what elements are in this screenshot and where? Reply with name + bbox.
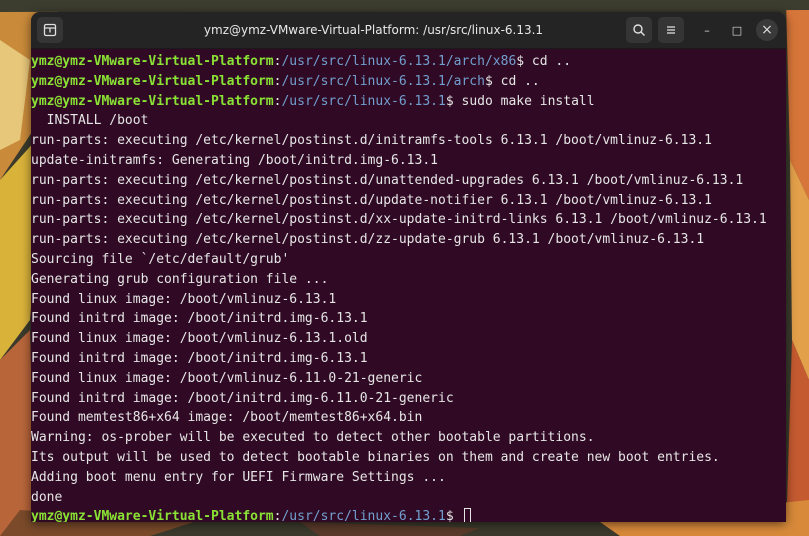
output-line: Sourcing file `/etc/default/grub' — [31, 251, 290, 267]
search-icon — [633, 24, 645, 36]
output-line: run-parts: executing /etc/kernel/postins… — [31, 172, 744, 188]
prompt-line: ymz@ymz-VMware-Virtual-Platform:/usr/src… — [31, 72, 786, 92]
output-line: Found linux image: /boot/vmlinuz-6.13.1.… — [31, 331, 368, 347]
prompt-path: /usr/src/linux-6.13.1 — [281, 509, 446, 522]
window-title: ymz@ymz-VMware-Virtual-Platform: /usr/sr… — [203, 23, 544, 37]
prompt-user-host: ymz@ymz-VMware-Virtual-Platform — [31, 73, 274, 89]
prompt-user-host: ymz@ymz-VMware-Virtual-Platform — [31, 509, 274, 522]
menu-button[interactable] — [658, 17, 684, 43]
output-line: Warning: os-prober will be executed to d… — [31, 430, 595, 446]
minimize-icon: – — [704, 23, 710, 37]
prompt-path: /usr/src/linux-6.13.1/arch — [281, 73, 485, 89]
text-cursor — [463, 508, 471, 522]
terminal-output[interactable]: ymz@ymz-VMware-Virtual-Platform:/usr/src… — [31, 49, 786, 522]
output-line: update-initramfs: Generating /boot/initr… — [31, 152, 438, 168]
terminal-window: ymz@ymz-VMware-Virtual-Platform: /usr/sr… — [31, 12, 786, 522]
output-line: Its output will be used to detect bootab… — [31, 449, 720, 465]
hamburger-menu-icon — [667, 26, 675, 34]
output-line: Found linux image: /boot/vmlinuz-6.11.0-… — [31, 370, 423, 386]
output-line: Found memtest86+x64 image: /boot/memtest… — [31, 410, 423, 426]
output-line: INSTALL /boot — [31, 113, 149, 129]
prompt-command: $ — [445, 509, 462, 522]
output-line: run-parts: executing /etc/kernel/postins… — [31, 232, 705, 248]
output-line: run-parts: executing /etc/kernel/postins… — [31, 212, 767, 228]
output-line: Found initrd image: /boot/initrd.img-6.1… — [31, 390, 454, 406]
output-line: run-parts: executing /etc/kernel/postins… — [31, 192, 712, 208]
new-tab-icon — [43, 23, 57, 37]
output-line: Found initrd image: /boot/initrd.img-6.1… — [31, 350, 368, 366]
output-line: run-parts: executing /etc/kernel/postins… — [31, 133, 712, 149]
prompt-path: /usr/src/linux-6.13.1/arch/x86 — [281, 54, 517, 69]
prompt-user-host: ymz@ymz-VMware-Virtual-Platform — [31, 93, 274, 109]
search-button[interactable] — [626, 17, 652, 43]
output-line: Generating grub configuration file ... — [31, 271, 329, 287]
close-button[interactable]: × — [756, 19, 778, 41]
prompt-line: ymz@ymz-VMware-Virtual-Platform:/usr/src… — [31, 52, 786, 72]
prompt-line: ymz@ymz-VMware-Virtual-Platform:/usr/src… — [31, 92, 786, 112]
output-line: Found initrd image: /boot/initrd.img-6.1… — [31, 311, 368, 327]
current-prompt-line[interactable]: ymz@ymz-VMware-Virtual-Platform:/usr/src… — [31, 507, 786, 522]
prompt-command: $ cd .. — [484, 73, 540, 89]
output-line: Found linux image: /boot/vmlinuz-6.13.1 — [31, 291, 337, 307]
prompt-command: $ sudo make install — [445, 93, 595, 109]
prompt-path: /usr/src/linux-6.13.1 — [281, 93, 446, 109]
new-tab-button[interactable] — [37, 17, 63, 43]
close-icon: × — [761, 22, 773, 38]
output-line: done — [31, 489, 63, 505]
prompt-user-host: ymz@ymz-VMware-Virtual-Platform — [31, 54, 274, 69]
maximize-icon: □ — [731, 23, 743, 37]
maximize-button[interactable]: □ — [726, 19, 748, 41]
output-line: Adding boot menu entry for UEFI Firmware… — [31, 469, 446, 485]
prompt-command: $ cd .. — [516, 54, 572, 69]
minimize-button[interactable]: – — [696, 19, 718, 41]
title-bar: ymz@ymz-VMware-Virtual-Platform: /usr/sr… — [31, 12, 786, 49]
